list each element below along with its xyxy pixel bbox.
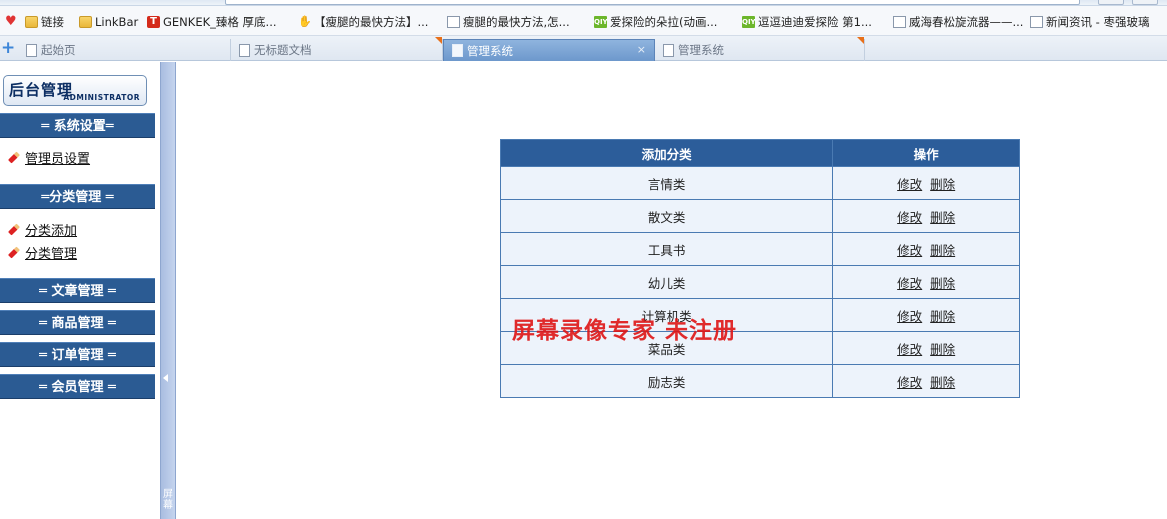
bookmark-slim-legs-2[interactable]: 瘦腿的最快方法,怎... <box>447 14 570 30</box>
delete-link[interactable]: 删除 <box>930 177 955 192</box>
tab-flag-icon <box>857 37 864 44</box>
qiyi-icon: QIY <box>742 16 756 28</box>
doc-icon <box>447 16 460 28</box>
pencil-icon <box>7 151 19 163</box>
heart-icon: ♥ <box>5 14 17 29</box>
category-name: 计算机类 <box>499 298 834 332</box>
section-category-management[interactable]: ═分类管理 ═ <box>0 184 155 209</box>
section-member-management[interactable]: ═ 会员管理 ═ <box>0 374 155 399</box>
bookmark-favorites[interactable]: ♥ <box>5 14 18 30</box>
tab-start-page[interactable]: 起始页 <box>18 39 231 61</box>
tab-admin-system[interactable]: 管理系统 <box>655 37 865 61</box>
bookmark-weihai[interactable]: 威海春松旋流器——... <box>893 14 1023 30</box>
splitter-text: 屏幕 <box>163 489 173 511</box>
tab-untitled-doc[interactable]: 无标题文档 <box>231 37 443 61</box>
bookmark-genkek[interactable]: T GENKEK_臻格 厚底... <box>147 14 277 30</box>
doc-icon <box>452 44 463 57</box>
qiyi-icon: QIY <box>594 16 608 28</box>
row-actions: 修改 删除 <box>832 265 1020 299</box>
menu-item-category-add[interactable]: 分类添加 <box>7 220 77 239</box>
menu-item-admin-settings[interactable]: 管理员设置 <box>7 148 90 167</box>
bookmarks-bar: ♥ 链接 LinkBar T GENKEK_臻格 厚底... ✋ 【瘦腿的最快方… <box>0 6 1167 36</box>
edit-link[interactable]: 修改 <box>897 243 922 258</box>
doc-icon <box>893 16 906 28</box>
tab-strip: + 起始页 无标题文档 管理系统 × 管理系统 <box>0 36 1167 61</box>
logo-subtitle: ADMINISTRATOR <box>63 93 140 102</box>
column-header-actions: 操作 <box>832 139 1020 167</box>
table-row: 工具书 修改 删除 <box>499 232 1020 266</box>
tab-admin-system-active[interactable]: 管理系统 × <box>443 39 655 61</box>
bookmark-didi[interactable]: QIY 逗逗迪迪爱探险 第1... <box>742 14 872 30</box>
table-row: 幼儿类 修改 删除 <box>499 265 1020 299</box>
section-order-management[interactable]: ═ 订单管理 ═ <box>0 342 155 367</box>
bookmark-folder-linkbar[interactable]: LinkBar <box>79 14 138 30</box>
delete-link[interactable]: 删除 <box>930 342 955 357</box>
doc-icon <box>26 43 37 57</box>
edit-link[interactable]: 修改 <box>897 210 922 225</box>
doc-icon <box>1030 16 1043 28</box>
table-row: 励志类 修改 删除 <box>499 364 1020 398</box>
collapse-arrow-icon[interactable] <box>163 374 168 382</box>
pencil-icon <box>7 246 19 258</box>
bookmark-folder-links[interactable]: 链接 <box>25 14 64 30</box>
folder-icon <box>25 16 38 28</box>
row-actions: 修改 删除 <box>832 298 1020 332</box>
row-actions: 修改 删除 <box>832 364 1020 398</box>
frame-splitter[interactable]: 屏幕 <box>160 62 176 519</box>
table-row: 菜品类 修改 删除 <box>499 331 1020 365</box>
table-row: 言情类 修改 删除 <box>499 166 1020 200</box>
menu-item-category-manage[interactable]: 分类管理 <box>7 243 77 262</box>
table-row: 计算机类 修改 删除 <box>499 298 1020 332</box>
pencil-icon <box>7 223 19 235</box>
edit-link[interactable]: 修改 <box>897 276 922 291</box>
category-name: 励志类 <box>499 364 834 398</box>
bookmark-news[interactable]: 新闻资讯 - 枣强玻璃 <box>1030 14 1149 30</box>
toolbar-button[interactable] <box>1098 0 1124 5</box>
delete-link[interactable]: 删除 <box>930 375 955 390</box>
category-name: 散文类 <box>499 199 834 233</box>
admin-sidebar: 后台管理 ADMINISTRATOR ═ 系统设置═ 管理员设置 ═分类管理 ═… <box>0 62 160 519</box>
doc-icon <box>239 43 250 57</box>
edit-link[interactable]: 修改 <box>897 375 922 390</box>
tab-flag-icon <box>435 37 442 44</box>
table-row: 散文类 修改 删除 <box>499 199 1020 233</box>
delete-link[interactable]: 删除 <box>930 276 955 291</box>
close-tab-icon[interactable]: × <box>637 43 646 56</box>
edit-link[interactable]: 修改 <box>897 177 922 192</box>
section-product-management[interactable]: ═ 商品管理 ═ <box>0 310 155 335</box>
category-name: 工具书 <box>499 232 834 266</box>
row-actions: 修改 删除 <box>832 199 1020 233</box>
folder-icon <box>79 16 92 28</box>
t-logo-icon: T <box>147 16 160 28</box>
row-actions: 修改 删除 <box>832 331 1020 365</box>
category-name: 菜品类 <box>499 331 834 365</box>
bookmark-slim-legs-1[interactable]: ✋ 【瘦腿的最快方法】... <box>298 14 428 30</box>
new-tab-plus-icon[interactable]: + <box>1 40 15 57</box>
row-actions: 修改 删除 <box>832 232 1020 266</box>
category-name: 言情类 <box>499 166 834 200</box>
toolbar-button[interactable] <box>1132 0 1158 5</box>
section-system-settings[interactable]: ═ 系统设置═ <box>0 113 155 138</box>
row-actions: 修改 删除 <box>832 166 1020 200</box>
bookmark-dora[interactable]: QIY 爱探险的朵拉(动画... <box>594 14 717 30</box>
admin-logo: 后台管理 ADMINISTRATOR <box>3 75 147 106</box>
hand-icon: ✋ <box>298 15 312 28</box>
section-article-management[interactable]: ═ 文章管理 ═ <box>0 278 155 303</box>
category-table: 添加分类 操作 言情类 修改 删除 散文类 修改 删除 工具书 修改 删除 幼儿… <box>499 139 1020 398</box>
edit-link[interactable]: 修改 <box>897 342 922 357</box>
column-header-add-category[interactable]: 添加分类 <box>499 139 834 167</box>
doc-icon <box>663 43 674 57</box>
edit-link[interactable]: 修改 <box>897 309 922 324</box>
address-bar[interactable] <box>225 0 1080 5</box>
table-header-row: 添加分类 操作 <box>499 139 1020 167</box>
category-name: 幼儿类 <box>499 265 834 299</box>
delete-link[interactable]: 删除 <box>930 243 955 258</box>
delete-link[interactable]: 删除 <box>930 210 955 225</box>
delete-link[interactable]: 删除 <box>930 309 955 324</box>
